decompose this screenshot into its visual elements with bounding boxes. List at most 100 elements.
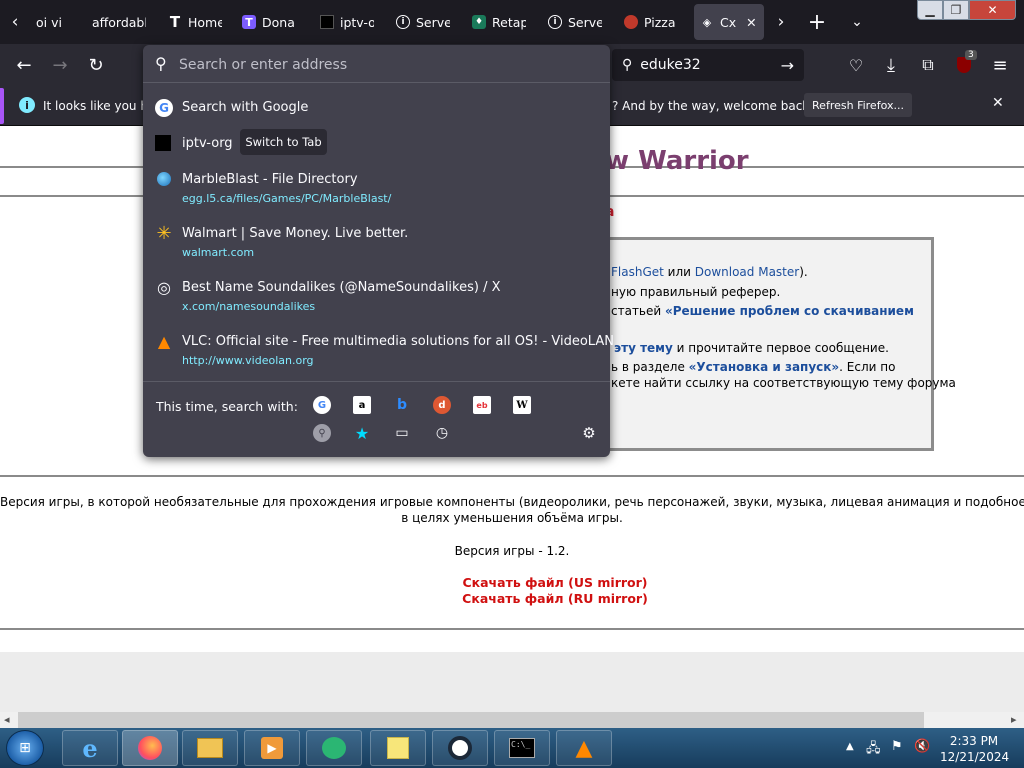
file-explorer-icon[interactable] bbox=[182, 730, 238, 766]
refresh-firefox-button[interactable]: Refresh Firefox... bbox=[804, 93, 912, 117]
tab[interactable]: ♦ Retap bbox=[466, 4, 532, 40]
new-tab-plus-icon[interactable]: + bbox=[802, 4, 832, 40]
search-with-label: This time, search with: bbox=[156, 399, 298, 414]
t-logo-icon: T bbox=[169, 13, 181, 31]
switch-to-tab-button[interactable]: Switch to Tab bbox=[240, 129, 327, 155]
description-line: Версия игры, в которой необязательные дл… bbox=[0, 495, 1024, 509]
start-orb-icon[interactable]: ⊞ bbox=[6, 730, 44, 766]
scroll-right-icon[interactable]: ▸ bbox=[1011, 713, 1017, 726]
close-tab-icon[interactable]: ✕ bbox=[746, 15, 756, 30]
scrollbar-thumb[interactable] bbox=[18, 712, 924, 728]
ebay-engine-icon[interactable]: eb bbox=[473, 396, 491, 414]
result-title: Best Name Soundalikes (@NameSoundalikes)… bbox=[182, 280, 501, 295]
tab[interactable]: T Home bbox=[162, 4, 228, 40]
tab[interactable]: affordable bbox=[86, 4, 152, 40]
firefox-taskbar-icon[interactable] bbox=[122, 730, 178, 766]
result-url: x.com/namesoundalikes bbox=[182, 300, 316, 313]
pocket-icon[interactable]: ♡ bbox=[841, 50, 871, 80]
close-notification-icon[interactable]: ✕ bbox=[992, 95, 1004, 111]
chat-app-icon[interactable] bbox=[306, 730, 362, 766]
close-window-icon[interactable]: ✕ bbox=[969, 0, 1016, 20]
info-text: или bbox=[663, 265, 695, 279]
tab[interactable]: T Donal bbox=[236, 4, 302, 40]
taskbar-clock[interactable]: 2:33 PM 12/21/2024 bbox=[940, 733, 1009, 765]
install-and-launch-link[interactable]: «Установка и запуск» bbox=[689, 360, 840, 374]
media-player-icon[interactable]: ▶ bbox=[244, 730, 300, 766]
history-clock-icon[interactable]: ◷ bbox=[433, 424, 451, 442]
tab-scroll-right-icon[interactable]: › bbox=[766, 4, 796, 40]
network-icon[interactable]: 🖧 bbox=[866, 739, 881, 761]
solving-download-problems-link[interactable]: «Решение проблем со скачиванием bbox=[665, 304, 914, 318]
back-arrow-icon[interactable]: ← bbox=[9, 50, 39, 80]
sticky-notes-icon[interactable] bbox=[370, 730, 426, 766]
bookmarks-star-icon[interactable]: ★ bbox=[353, 424, 371, 443]
action-center-flag-icon[interactable]: ⚑ bbox=[891, 739, 903, 754]
tab[interactable]: i Server bbox=[390, 4, 456, 40]
vlc-taskbar-icon[interactable]: ▲ bbox=[556, 730, 612, 766]
tab-label: affordable bbox=[92, 14, 146, 30]
list-all-tabs-chevron-icon[interactable]: ⌄ bbox=[842, 4, 872, 40]
go-arrow-icon[interactable]: → bbox=[781, 56, 794, 75]
retap-icon: ♦ bbox=[472, 15, 486, 29]
amazon-engine-icon[interactable]: a bbox=[353, 396, 371, 414]
download-master-link[interactable]: Download Master bbox=[695, 265, 799, 279]
result-url: walmart.com bbox=[182, 246, 255, 259]
forward-arrow-icon[interactable]: → bbox=[45, 50, 75, 80]
flashget-link[interactable]: FlashGet bbox=[611, 265, 664, 279]
menu-hamburger-icon[interactable]: ≡ bbox=[985, 50, 1015, 80]
show-hidden-icons-icon[interactable]: ▲ bbox=[846, 741, 854, 752]
volume-muted-icon[interactable]: 🔇 bbox=[914, 739, 930, 754]
tab-label: Retap bbox=[492, 14, 526, 30]
iptv-square-icon bbox=[155, 135, 171, 151]
info-circle-icon: i bbox=[548, 15, 562, 29]
result-namesoundalikes[interactable]: ◎ Best Name Soundalikes (@NameSoundalike… bbox=[143, 277, 610, 317]
globe-favicon-icon bbox=[157, 172, 171, 186]
wikipedia-engine-icon[interactable]: W bbox=[513, 396, 531, 414]
internet-explorer-icon[interactable]: e bbox=[62, 730, 118, 766]
this-topic-link[interactable]: эту тему bbox=[614, 341, 673, 355]
result-marbleblast[interactable]: MarbleBlast - File Directory egg.l5.ca/f… bbox=[143, 169, 610, 209]
tab[interactable]: iptv-o bbox=[314, 4, 380, 40]
result-iptv-org[interactable]: iptv-org bbox=[143, 133, 610, 157]
extensions-icon[interactable]: ⧉ bbox=[913, 50, 943, 80]
result-videolan[interactable]: ▲ VLC: Official site - Free multimedia s… bbox=[143, 331, 614, 371]
search-bar[interactable]: ⚲ eduke32 → bbox=[612, 49, 804, 81]
pizza-icon bbox=[624, 15, 638, 29]
restore-icon[interactable]: ❐ bbox=[943, 0, 969, 20]
google-engine-icon[interactable]: G bbox=[313, 396, 331, 414]
ublock-extension-icon[interactable]: 3 bbox=[949, 50, 979, 80]
walmart-spark-icon: ✳ bbox=[156, 222, 172, 244]
result-search-google[interactable]: G Search with Google bbox=[143, 97, 610, 121]
tab-scroll-left-icon[interactable]: ‹ bbox=[0, 4, 30, 40]
game-version: Версия игры - 1.2. bbox=[454, 544, 570, 558]
tabs-icon[interactable]: ▭ bbox=[393, 424, 411, 442]
address-input[interactable] bbox=[179, 54, 599, 76]
search-mode-icon[interactable]: ⚲ bbox=[313, 424, 331, 442]
info-line: кете найти ссылку на соответствующую тем… bbox=[611, 376, 956, 390]
scroll-left-icon[interactable]: ◂ bbox=[4, 713, 10, 726]
command-prompt-icon[interactable]: C:\_ bbox=[494, 730, 550, 766]
downloads-icon[interactable]: ⤓ bbox=[876, 50, 906, 80]
diamond-icon: ◈ bbox=[702, 15, 712, 29]
gear-icon[interactable]: ⚙ bbox=[580, 424, 598, 442]
divider bbox=[143, 381, 610, 382]
page-footer bbox=[0, 652, 1024, 712]
game-description: Версия игры, в которой необязательные дл… bbox=[0, 494, 1024, 526]
download-us-link[interactable]: Скачать файл (US mirror) bbox=[0, 575, 1024, 590]
reload-icon[interactable]: ↻ bbox=[81, 50, 111, 80]
tab-active[interactable]: ◈ Cx ✕ bbox=[694, 4, 764, 40]
tab-label: oi vi bbox=[36, 14, 62, 30]
bing-engine-icon[interactable]: b bbox=[393, 396, 411, 414]
divider bbox=[0, 628, 1024, 630]
duckduckgo-engine-icon[interactable]: d bbox=[433, 396, 451, 414]
result-walmart[interactable]: ✳ Walmart | Save Money. Live better. wal… bbox=[143, 223, 610, 263]
search-icon: ⚲ bbox=[622, 57, 633, 73]
vlc-cone-icon: ▲ bbox=[157, 331, 171, 351]
tab[interactable]: i Server bbox=[542, 4, 608, 40]
tab[interactable]: oi vi bbox=[30, 4, 86, 40]
tab[interactable]: Pizza bbox=[618, 4, 686, 40]
extension-badge: 3 bbox=[965, 50, 977, 60]
minimize-icon[interactable]: ▁ bbox=[917, 0, 943, 20]
download-ru-link[interactable]: Скачать файл (RU mirror) bbox=[0, 591, 1024, 606]
steam-icon[interactable] bbox=[432, 730, 488, 766]
